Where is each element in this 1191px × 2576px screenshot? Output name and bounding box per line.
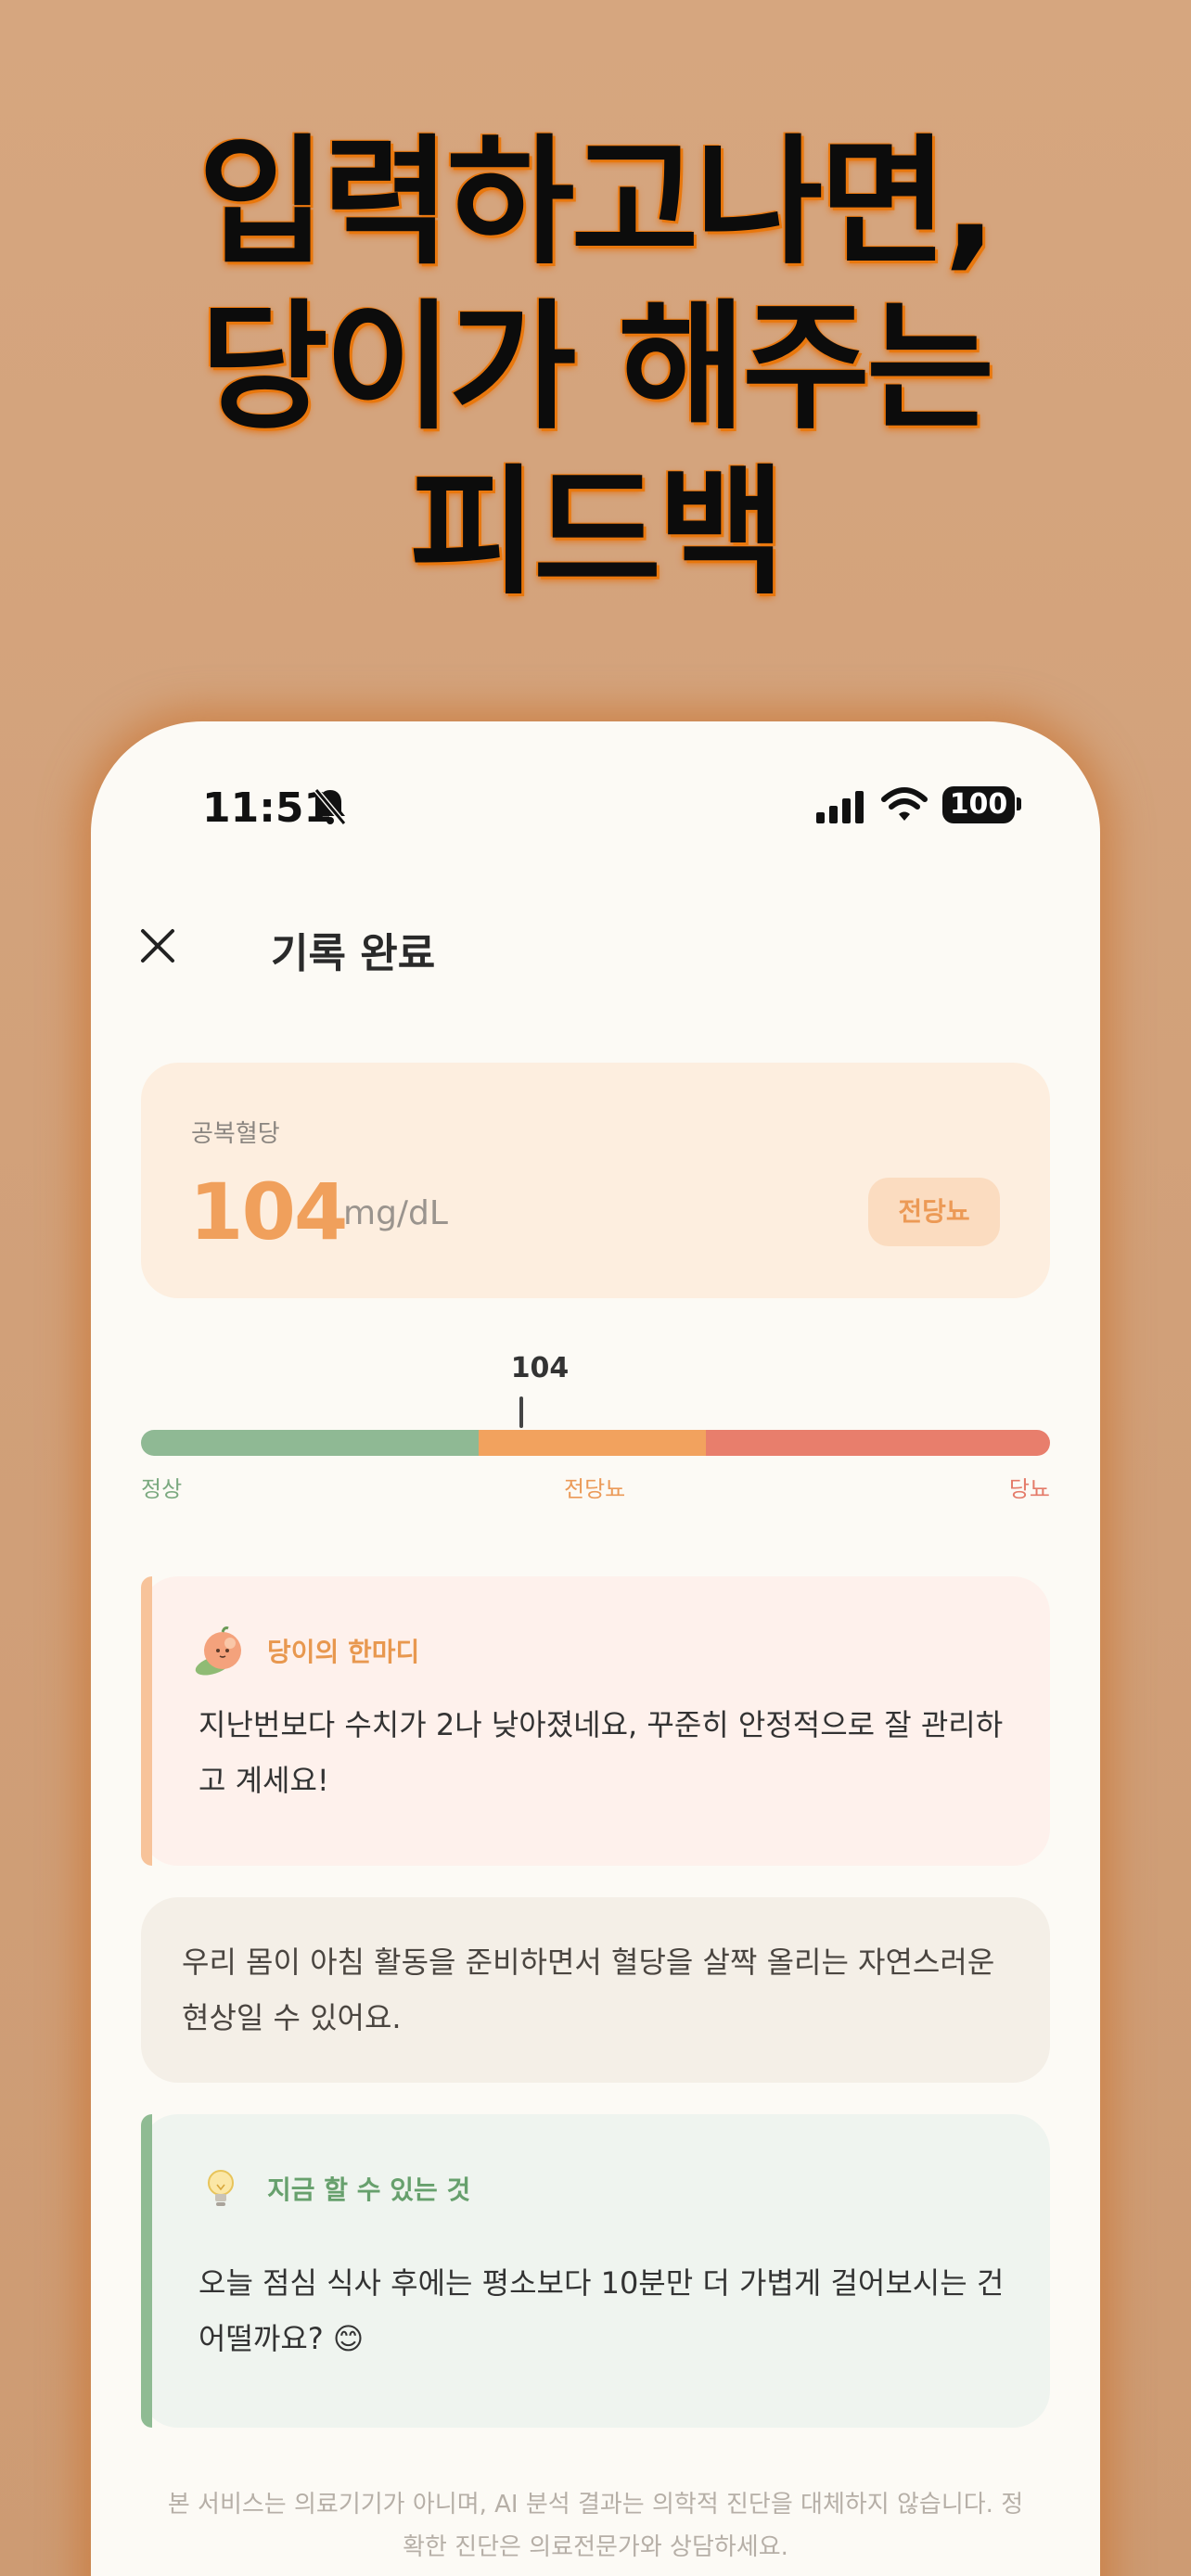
status-badge: 전당뇨 xyxy=(868,1178,1000,1246)
gauge-marker xyxy=(519,1396,523,1428)
comment-line-1: 지난번보다 수치가 2나 낮아졌네요, 꾸준히 안정적으로 잘 관리하 xyxy=(198,1707,1004,1742)
wifi-icon xyxy=(881,787,928,821)
info-line-2: 현상일 수 있어요. xyxy=(182,2000,402,2035)
gauge-marker-value: 104 xyxy=(510,1352,570,1384)
peach-mascot-icon xyxy=(195,1626,241,1676)
gauge-segment-prediabetes xyxy=(479,1430,706,1456)
info-card: 우리 몸이 아침 활동을 준비하면서 혈당을 살짝 올리는 자연스러운 현상일 … xyxy=(141,1897,1050,2083)
reading-card: 공복혈당 104 mg/dL 전당뇨 xyxy=(141,1063,1050,1298)
battery-icon: 100 xyxy=(942,786,1015,823)
reading-unit: mg/dL xyxy=(343,1194,448,1232)
reading-label: 공복혈당 xyxy=(191,1120,280,1148)
gauge-segment-diabetes xyxy=(706,1430,1050,1456)
headline-line-2: 당이가 해주는 xyxy=(199,287,994,449)
tip-line-1: 오늘 점심 식사 후에는 평소보다 10분만 더 가볍게 걸어보시는 건 xyxy=(198,2265,1005,2301)
disclaimer-line-2: 확한 진단은 의료전문가와 상담하세요. xyxy=(403,2533,788,2561)
promo-screen: 입력하고나면, 당이가 해주는 피드백 11:51 100 기록 완료 공복혈당… xyxy=(0,0,1191,2576)
info-line-1: 우리 몸이 아침 활동을 준비하면서 혈당을 살짝 올리는 자연스러운 xyxy=(182,1945,995,1980)
comment-card-stripe xyxy=(141,1576,152,1866)
disclaimer: 본 서비스는 의료기기가 아니며, AI 분석 결과는 의학적 진단을 대체하지… xyxy=(128,2483,1063,2569)
lightbulb-icon xyxy=(208,2170,234,2206)
gauge-bar xyxy=(141,1430,1050,1456)
page-title: 기록 완료 xyxy=(271,930,436,977)
gauge-label-prediabetes: 전당뇨 xyxy=(564,1476,626,1502)
promo-headline: 입력하고나면, 당이가 해주는 피드백 xyxy=(0,121,1191,616)
cellular-signal-icon xyxy=(816,791,864,823)
tip-card: 지금 할 수 있는 것 오늘 점심 식사 후에는 평소보다 10분만 더 가볍게… xyxy=(141,2114,1050,2428)
gauge-label-diabetes: 당뇨 xyxy=(1008,1476,1050,1502)
battery-tip xyxy=(1017,797,1021,810)
comment-card-title: 당이의 한마디 xyxy=(267,1637,420,1667)
status-bar: 11:51 100 xyxy=(91,777,1100,842)
info-card-text: 우리 몸이 아침 활동을 준비하면서 혈당을 살짝 올리는 자연스러운 현상일 … xyxy=(182,1934,1017,2046)
gauge-segment-normal xyxy=(141,1430,479,1456)
close-icon[interactable] xyxy=(139,927,176,964)
tip-line-2: 어떨까요? 😊 xyxy=(198,2321,365,2356)
headline-line-3: 피드백 xyxy=(408,453,786,614)
disclaimer-line-1: 본 서비스는 의료기기가 아니며, AI 분석 결과는 의학적 진단을 대체하지… xyxy=(167,2491,1024,2519)
comment-card-text: 지난번보다 수치가 2나 낮아졌네요, 꾸준히 안정적으로 잘 관리하 고 계세… xyxy=(198,1697,1015,1808)
comment-card: 당이의 한마디 지난번보다 수치가 2나 낮아졌네요, 꾸준히 안정적으로 잘 … xyxy=(141,1576,1050,1866)
tip-card-stripe xyxy=(141,2114,152,2428)
range-gauge: 104 정상 전당뇨 당뇨 xyxy=(141,1352,1050,1510)
reading-value: 104 xyxy=(189,1167,348,1257)
gauge-label-normal: 정상 xyxy=(141,1476,183,1502)
tip-card-text: 오늘 점심 식사 후에는 평소보다 10분만 더 가볍게 걸어보시는 건 어떨까… xyxy=(198,2255,1015,2366)
phone-screen: 11:51 100 기록 완료 공복혈당 104 mg/dL 전당뇨 104 정… xyxy=(91,721,1100,2576)
comment-line-2: 고 계세요! xyxy=(198,1763,329,1798)
bell-slash-icon xyxy=(314,788,347,825)
tip-card-title: 지금 할 수 있는 것 xyxy=(267,2174,471,2205)
headline-line-1: 입력하고나면, xyxy=(198,122,997,284)
top-bar: 기록 완료 xyxy=(91,907,1100,981)
